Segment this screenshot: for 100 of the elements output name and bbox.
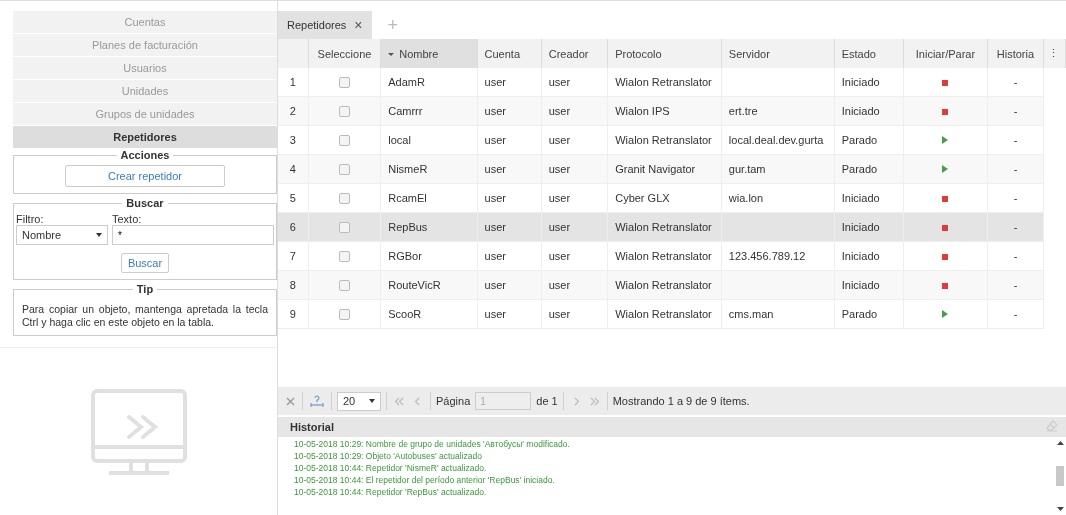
table-row[interactable]: 8 RouteVicR user user Wialon Retranslator Iniciado - — [278, 270, 1066, 300]
table-row[interactable]: 5 RcamEl user user Cyber GLX wia.lon Iniciado - — [278, 183, 1066, 213]
column-header[interactable] — [278, 39, 309, 68]
row-number: 4 — [278, 154, 309, 184]
table-cell: Wialon Retranslator — [607, 241, 722, 271]
table-cell: NismeR — [380, 154, 478, 184]
play-button[interactable] — [942, 165, 949, 173]
table-cell: user — [541, 183, 608, 213]
scroll-up-icon[interactable] — [1055, 440, 1065, 446]
table-cell: user — [477, 154, 542, 184]
table-row[interactable]: 6 RepBus user user Wialon Retranslator Iniciado - — [278, 212, 1066, 242]
table-row[interactable]: 4 NismeR user user Granit Navigator gur.tam Parado - — [278, 154, 1066, 184]
log-line: 10-05-2018 10:29: Nombre de grupo de unidades 'Автобусы' modificado. — [294, 438, 571, 450]
page-size-dropdown[interactable]: 20 — [337, 391, 381, 411]
play-button[interactable] — [942, 310, 949, 318]
table-cell: Iniciado — [834, 241, 904, 271]
row-number: 2 — [278, 96, 309, 126]
stop-button[interactable] — [942, 254, 949, 260]
text-label: Texto: — [112, 213, 143, 225]
table-row[interactable]: 3 local user user Wialon Retranslator local.deal.dev.gurta Parado - — [278, 125, 1066, 155]
table-cell: Iniciado — [834, 212, 904, 242]
monitor-icon — [90, 388, 187, 475]
table-cell: Wialon Retranslator — [607, 68, 722, 97]
column-header[interactable]: Protocolo — [607, 39, 722, 68]
table-cell: user — [477, 183, 542, 213]
scroll-down-icon[interactable] — [1055, 506, 1065, 512]
table-cell: user — [477, 125, 542, 155]
table-cell: user — [541, 212, 608, 242]
close-icon[interactable] — [284, 396, 297, 406]
tab[interactable]: Repetidores × — [278, 11, 372, 39]
table-cell: user — [477, 299, 542, 329]
search-button[interactable]: Buscar — [120, 253, 170, 273]
table-cell: - — [987, 241, 1044, 271]
column-header[interactable]: Seleccione — [308, 39, 381, 68]
column-header[interactable]: Historia — [987, 39, 1044, 68]
checkbox[interactable] — [339, 77, 350, 89]
first-page-icon[interactable] — [392, 396, 406, 406]
close-icon[interactable]: × — [354, 17, 363, 33]
table-row[interactable]: 2 Camrrr user user Wialon IPS ert.tre Iniciado - — [278, 96, 1066, 126]
table-cell: - — [987, 125, 1044, 155]
create-button[interactable]: Crear repetidor — [65, 165, 225, 187]
table-cell: RcamEl — [380, 183, 478, 213]
table-cell: - — [987, 299, 1044, 329]
table-cell: user — [477, 270, 542, 300]
table-row[interactable]: 9 ScooR user user Wialon Retranslator cms.man Parado - — [278, 299, 1066, 329]
scroll-thumb[interactable] — [1056, 466, 1064, 486]
column-header[interactable]: Servidor — [721, 39, 835, 68]
log-line: 10-05-2018 10:44: Repetidor 'NismeR' actualizado. — [294, 462, 488, 474]
checkbox[interactable] — [339, 222, 350, 234]
log-line: 10-05-2018 10:29: Objeto 'Autobuses' actualizado — [294, 450, 484, 462]
table-cell: user — [541, 299, 608, 329]
table-cell: RepBus — [380, 212, 478, 242]
tip-text: Para copiar un objeto, mantenga apretada la tecla Ctrl y haga clic en este objeto en la tabla. — [22, 303, 268, 329]
table-cell: Iniciado — [834, 183, 904, 213]
table-cell: user — [541, 68, 608, 97]
table-cell: - — [987, 68, 1044, 97]
table-cell: 123.456.789.12 — [721, 241, 835, 271]
eraser-icon[interactable] — [1046, 420, 1058, 434]
table-cell: wia.lon — [721, 183, 835, 213]
filter-dropdown[interactable]: Nombre — [16, 225, 108, 245]
column-header[interactable]: Creador — [541, 39, 608, 68]
column-header[interactable]: Nombre — [380, 39, 478, 68]
table-cell: - — [987, 96, 1044, 126]
table-row[interactable]: 7 RGBor user user Wialon Retranslator 123.456.789.12 Iniciado - — [278, 241, 1066, 271]
table-cell: user — [477, 241, 542, 271]
play-button[interactable] — [942, 136, 949, 144]
row-number: 5 — [278, 183, 309, 213]
table-cell: gur.tam — [721, 154, 835, 184]
column-header[interactable]: Estado — [834, 39, 904, 68]
checkbox[interactable] — [339, 251, 350, 263]
table-row[interactable]: 1 AdamR user user Wialon Retranslator Iniciado - — [278, 68, 1066, 97]
checkbox[interactable] — [339, 135, 350, 147]
column-header[interactable]: Iniciar/Parar — [903, 39, 988, 68]
stop-button[interactable] — [942, 225, 949, 231]
table-cell: Wialon Retranslator — [607, 299, 722, 329]
table-cell: user — [541, 154, 608, 184]
checkbox[interactable] — [339, 309, 350, 321]
checkbox[interactable] — [339, 164, 350, 176]
text-field[interactable]: * — [112, 225, 274, 245]
page-count: de 1 — [536, 395, 558, 407]
table-cell: ert.tre — [721, 96, 835, 126]
history-title: Historial — [290, 421, 334, 433]
stop-button[interactable] — [942, 109, 949, 115]
table-cell: RGBor — [380, 241, 478, 271]
stop-button[interactable] — [942, 80, 949, 86]
row-number: 7 — [278, 241, 309, 271]
stop-button[interactable] — [942, 196, 949, 202]
section-legend: Acciones — [116, 149, 174, 161]
sidebar-item[interactable]: Repetidores — [13, 126, 277, 148]
table-cell: Wialon Retranslator — [607, 125, 722, 155]
row-number: 9 — [278, 299, 309, 329]
stop-button[interactable] — [942, 283, 949, 289]
checkbox[interactable] — [339, 280, 350, 292]
caret-icon — [96, 233, 102, 237]
column-header[interactable]: Cuenta — [477, 39, 542, 68]
checkbox[interactable] — [339, 106, 350, 118]
column-fit-icon[interactable] — [308, 395, 326, 407]
checkbox[interactable] — [339, 193, 350, 205]
table-cell: Iniciado — [834, 270, 904, 300]
table-cell: local.deal.dev.gurta — [721, 125, 835, 155]
